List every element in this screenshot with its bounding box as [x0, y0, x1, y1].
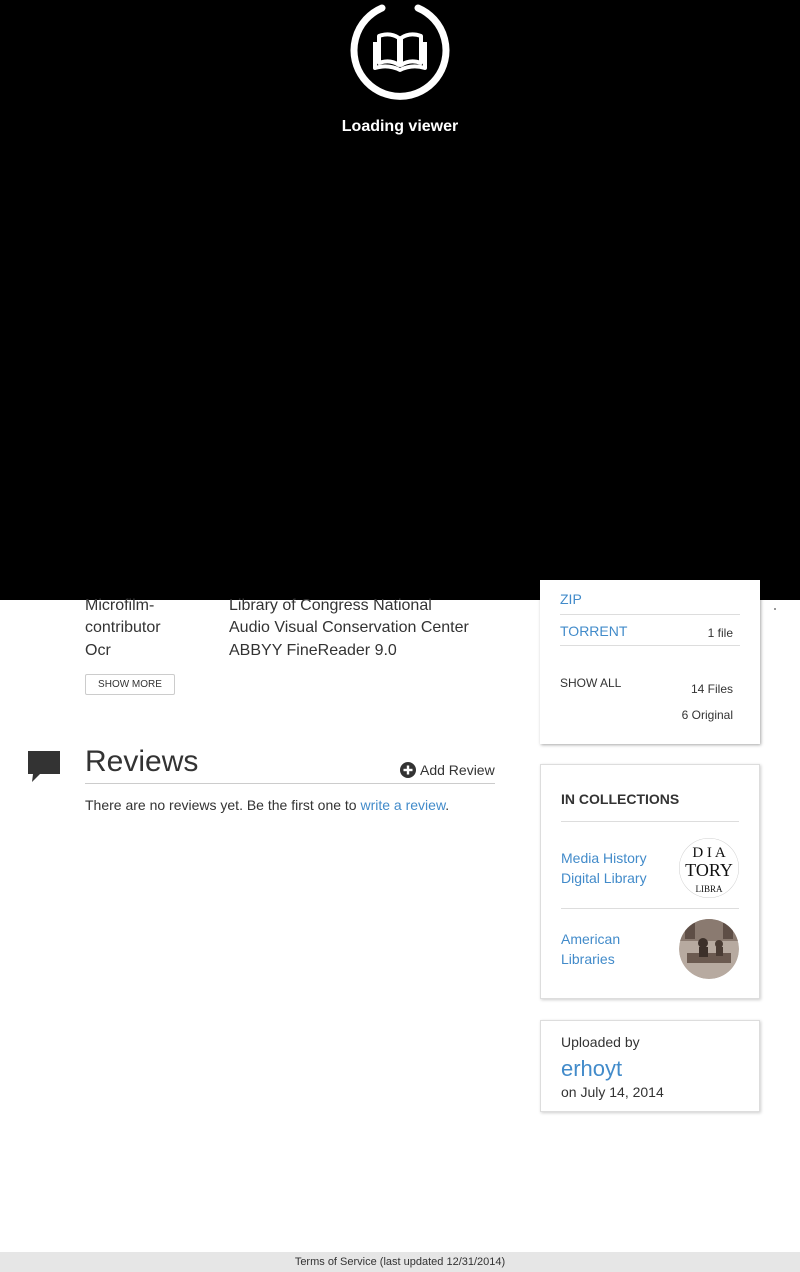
reviews-heading: Reviews — [85, 745, 199, 778]
reviews-divider — [85, 783, 495, 784]
no-reviews-period: . — [445, 797, 450, 813]
metadata-key-contributor: contributor — [85, 619, 161, 636]
show-more-button[interactable]: SHOW MORE — [85, 674, 175, 695]
original-file-count: 6 Original — [681, 708, 733, 722]
metadata-value-contributor: Audio Visual Conservation Center — [229, 619, 469, 636]
collection-link-media-history[interactable]: Media History Digital Library — [561, 848, 661, 888]
metadata-value-microfilm: Library of Congress National — [229, 597, 432, 614]
write-review-link[interactable]: write a review — [360, 797, 445, 813]
loading-viewer-text: Loading viewer — [341, 118, 459, 135]
download-divider — [560, 614, 740, 615]
upload-date-prefix: on — [561, 1084, 577, 1100]
collections-heading: IN COLLECTIONS — [561, 791, 680, 807]
no-reviews-message: There are no reviews yet. Be the first o… — [85, 797, 361, 813]
collections-divider — [561, 821, 739, 822]
svg-text:LIBRA: LIBRA — [696, 884, 724, 894]
download-options-box: ZIP TORRENT 1 file 14 Files 6 Original — [540, 580, 760, 744]
book-viewer[interactable]: Loading viewer — [0, 0, 800, 600]
upload-date-value: July 14, 2014 — [580, 1084, 664, 1100]
uploaded-by-label: Uploaded by — [561, 1034, 640, 1050]
terms-updated-note: (last updated 12/31/2014) — [379, 1256, 506, 1268]
speech-bubble-icon — [28, 751, 60, 782]
plus-circle-icon — [400, 762, 416, 778]
add-review-label: Add Review — [420, 762, 495, 778]
collection-link-american-libraries[interactable]: American Libraries — [561, 929, 661, 969]
divider-dot — [774, 608, 776, 610]
no-reviews-text: There are no reviews yet. Be the first o… — [85, 797, 449, 813]
download-zip-link[interactable]: ZIP — [560, 591, 582, 607]
show-all-files-button[interactable]: SHOW ALL — [560, 676, 621, 690]
metadata-key-ocr: Ocr — [85, 642, 111, 659]
download-divider — [560, 645, 740, 646]
metadata-value-ocr: ABBYY FineReader 9.0 — [229, 642, 397, 659]
footer-bar: Terms of Service (last updated 12/31/201… — [0, 1252, 800, 1272]
media-history-logo-icon: D I A TORY LIBRA — [679, 838, 739, 898]
terms-of-service-link[interactable]: Terms of Service — [295, 1256, 377, 1268]
total-file-count: 14 Files — [690, 682, 733, 696]
uploader-box: Uploaded by erhoyt on July 14, 2014 — [540, 1020, 760, 1112]
metadata-key-microfilm: Microfilm- — [85, 597, 155, 614]
uploader-username-link[interactable]: erhoyt — [561, 1056, 622, 1082]
collection-thumb-american-libraries[interactable] — [679, 919, 739, 979]
svg-text:TORY: TORY — [685, 860, 733, 880]
upload-date: on July 14, 2014 — [561, 1084, 664, 1100]
collections-divider — [561, 908, 739, 909]
svg-text:D I A: D I A — [692, 845, 726, 861]
download-torrent-link[interactable]: TORRENT — [560, 623, 627, 639]
american-libraries-photo-icon — [679, 919, 739, 979]
add-review-button[interactable]: Add Review — [400, 761, 495, 779]
book-loading-icon — [350, 4, 450, 100]
collection-thumb-media-history[interactable]: D I A TORY LIBRA — [679, 838, 739, 898]
torrent-file-count: 1 file — [707, 626, 733, 640]
collections-box: IN COLLECTIONS Media History Digital Lib… — [540, 764, 760, 999]
